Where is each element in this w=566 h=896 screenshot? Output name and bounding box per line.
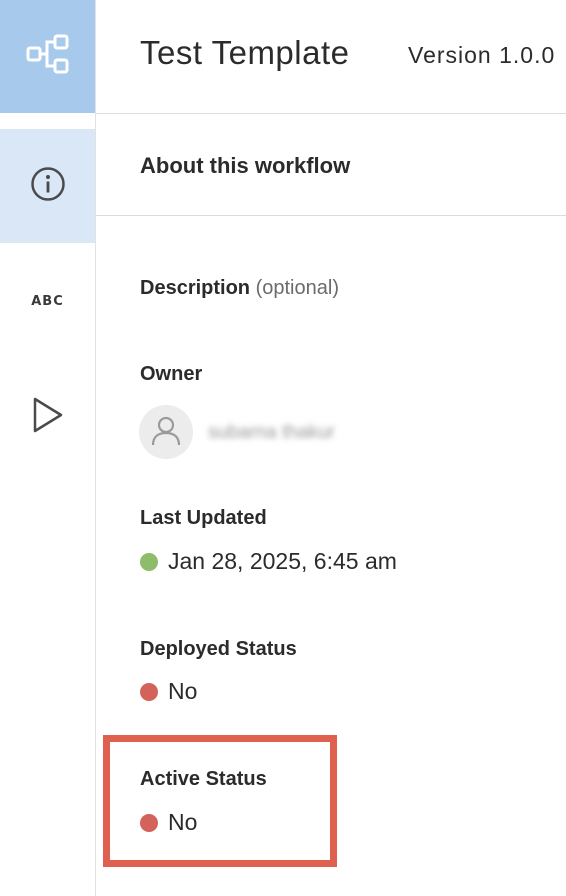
status-dot-green [140,552,158,571]
rail-item-abc[interactable]: ABC [0,243,95,359]
optional-hint: (optional) [255,277,339,299]
highlight-box [103,735,337,867]
status-dot-red [140,682,158,701]
info-icon [30,166,66,207]
owner-label: Owner [140,363,203,385]
rail-item-workflow[interactable] [0,0,95,113]
user-icon [149,413,183,452]
last-updated-value: Jan 28, 2025, 6:45 am [168,548,397,574]
active-status-row: No [140,809,197,836]
section-title: About this workflow [140,153,351,178]
owner-name: subarna thakur [208,422,335,443]
left-rail: ABC [0,0,96,896]
last-updated-label: Last Updated [140,507,267,529]
active-status-label: Active Status [140,768,267,790]
deployed-status-row: No [140,678,197,705]
deployed-status-label: Deployed Status [140,638,297,660]
abc-text-icon: ABC [31,293,64,309]
main-panel: Test Template Version 1.0.0 About this w… [96,0,566,896]
description-label-text: Description [140,277,251,299]
rail-item-run[interactable] [0,359,95,475]
workflow-diagram-icon [26,34,70,79]
rail-item-info[interactable] [0,129,95,243]
avatar [139,405,193,459]
description-label: Description (optional) [140,277,339,300]
deployed-status-value: No [168,678,198,704]
page-title: Test Template [140,34,350,71]
status-dot-red [140,813,158,832]
play-icon [31,396,65,439]
header: Test Template Version 1.0.0 [96,0,566,114]
last-updated-row: Jan 28, 2025, 6:45 am [140,548,397,575]
version-label: Version 1.0.0 [408,42,556,68]
active-status-value: No [168,809,198,835]
section-header: About this workflow [96,114,566,216]
app-window: ABC Test Template Version 1.0.0 About th… [0,0,566,896]
